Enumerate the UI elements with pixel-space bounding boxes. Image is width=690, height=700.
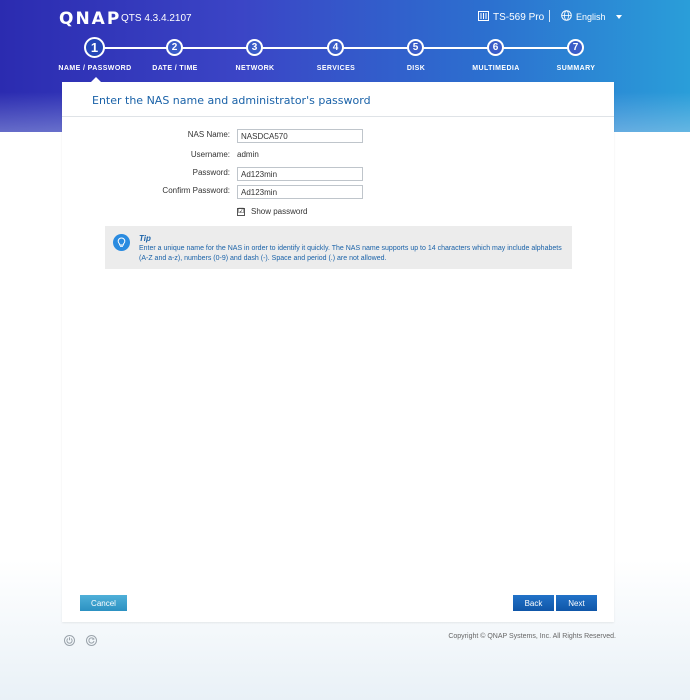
copyright-text: Copyright © QNAP Systems, Inc. All Right… [448,633,616,640]
password-row: Password: [62,167,614,181]
step-7-label: SUMMARY [556,65,596,72]
step-2-label: DATE / TIME [152,65,198,72]
back-button[interactable]: Back [513,595,554,611]
panel-divider [62,116,614,117]
restart-icon[interactable] [86,635,97,646]
confirm-password-input[interactable] [237,185,363,199]
show-password-checkbox[interactable]: ☑ [237,207,245,216]
username-row: Username: admin [62,149,614,163]
tip-title: Tip [139,234,151,243]
step-6-circle: 6 [487,39,504,56]
language-label: English [576,11,606,22]
step-5-circle: 5 [407,39,424,56]
step-1-circle: 1 [84,37,105,58]
step-4-label: SERVICES [316,65,356,72]
nas-model-icon [478,11,489,24]
step-5-label: DISK [406,65,426,72]
nas-model-label: TS-569 Pro [493,12,545,23]
step-2-circle: 2 [166,39,183,56]
qts-version: QTS 4.3.4.2107 [121,13,192,24]
qnap-logo: QNAP [59,9,122,29]
step-7-circle: 7 [567,39,584,56]
chevron-down-icon [615,14,622,19]
globe-icon [561,10,572,23]
confirm-password-row: Confirm Password: [62,185,614,199]
username-value: admin [237,150,259,159]
nas-name-row: NAS Name: [62,129,614,143]
panel-title: Enter the NAS name and administrator's p… [92,94,371,107]
password-input[interactable] [237,167,363,181]
language-selector[interactable]: English [561,10,622,23]
header-separator [549,10,550,22]
tip-text: Enter a unique name for the NAS in order… [139,245,562,262]
confirm-password-label: Confirm Password: [162,186,230,195]
username-label: Username: [190,150,230,159]
step-6-label: MULTIMEDIA [472,65,520,72]
show-password-toggle[interactable]: ☑ Show password [237,207,307,216]
tip-box: Tip Enter a unique name for the NAS in o… [105,226,572,269]
password-label: Password: [192,168,230,177]
lightbulb-icon [113,234,130,251]
step-1-label: NAME / PASSWORD [58,65,132,72]
nas-name-input[interactable] [237,129,363,143]
nas-name-label: NAS Name: [187,130,230,139]
show-password-label: Show password [251,207,308,216]
step-4-circle: 4 [327,39,344,56]
cancel-button[interactable]: Cancel [80,595,127,611]
power-icon[interactable] [64,635,75,646]
wizard-panel: Enter the NAS name and administrator's p… [62,82,614,622]
nas-model: TS-569 Pro [478,11,544,24]
next-button[interactable]: Next [556,595,597,611]
step-3-label: NETWORK [235,65,275,72]
step-3-circle: 3 [246,39,263,56]
